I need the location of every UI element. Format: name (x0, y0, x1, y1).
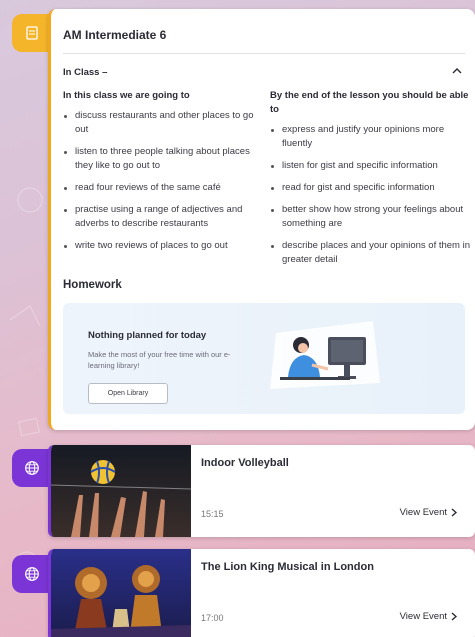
view-event-link[interactable]: View Event (400, 611, 457, 622)
outcomes-heading: By the end of the lesson you should be a… (270, 90, 469, 115)
lesson-badge (12, 14, 52, 52)
list-item: express and justify your opinions more f… (270, 123, 470, 151)
event-title: Indoor Volleyball (201, 457, 289, 469)
event-title: The Lion King Musical in London (201, 561, 374, 573)
list-item: read four reviews of the same café (63, 181, 263, 195)
volleyball-image (51, 445, 191, 537)
lesson-icon (26, 26, 38, 40)
event-time: 17:00 (201, 613, 224, 623)
class-goals-column: In this class we are going to discuss re… (63, 89, 263, 261)
homework-heading: Nothing planned for today (88, 330, 207, 341)
list-item: listen to three people talking about pla… (63, 145, 263, 173)
chevron-up-icon[interactable] (449, 63, 465, 79)
view-event-link[interactable]: View Event (400, 507, 457, 518)
homework-panel: Nothing planned for today Make the most … (63, 303, 465, 414)
in-class-label[interactable]: In Class – (63, 67, 107, 78)
person-at-computer-illustration (270, 321, 380, 389)
view-event-label: View Event (399, 611, 447, 622)
list-item: better show how strong your feelings abo… (270, 203, 470, 231)
title-divider (63, 53, 465, 54)
chevron-right-icon (451, 612, 457, 621)
chevron-right-icon (451, 508, 457, 517)
outcomes-column: By the end of the lesson you should be a… (270, 89, 470, 275)
list-item: listen for gist and specific information (270, 159, 470, 173)
lesson-title: AM Intermediate 6 (63, 28, 167, 42)
event-badge (12, 555, 52, 593)
event-badge (12, 449, 52, 487)
globe-icon (25, 567, 39, 581)
list-item: discuss restaurants and other places to … (63, 109, 263, 137)
homework-title: Homework (63, 279, 122, 291)
open-library-button[interactable]: Open Library (88, 383, 168, 404)
globe-icon (25, 461, 39, 475)
list-item: practise using a range of adjectives and… (63, 203, 263, 231)
list-item: read for gist and specific information (270, 181, 470, 195)
class-goals-heading: In this class we are going to (63, 90, 190, 101)
outcomes-list: express and justify your opinions more f… (270, 123, 470, 267)
lion-king-image (51, 549, 191, 637)
event-card[interactable]: The Lion King Musical in London 17:00 Vi… (48, 549, 475, 637)
list-item: describe places and your opinions of the… (270, 239, 470, 267)
homework-subtext: Make the most of your free time with our… (88, 350, 231, 370)
list-item: write two reviews of places to go out (63, 239, 263, 253)
class-goals-list: discuss restaurants and other places to … (63, 109, 263, 253)
event-time: 15:15 (201, 509, 224, 519)
view-event-label: View Event (399, 507, 447, 518)
event-card[interactable]: Indoor Volleyball 15:15 View Event (48, 445, 475, 537)
lesson-card: AM Intermediate 6 In Class – In this cla… (48, 9, 475, 430)
